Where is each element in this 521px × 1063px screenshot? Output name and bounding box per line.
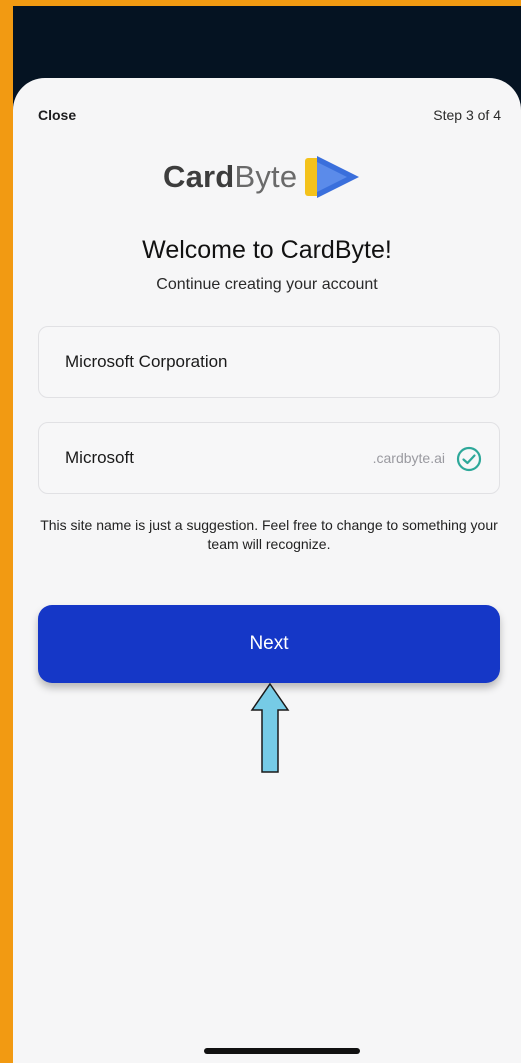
company-name-input[interactable] [65,327,305,397]
page-title: Welcome to CardByte! [142,236,392,264]
logo-wordmark: CardByte [163,159,297,195]
page-subtitle: Continue creating your account [156,276,378,293]
site-name-field[interactable]: .cardbyte.ai [38,422,500,494]
domain-suffix: .cardbyte.ai [372,450,445,466]
app-frame: Close Step 3 of 4 CardByte Welcome to Ca… [0,0,521,1063]
company-name-field[interactable] [38,326,500,398]
cardbyte-logo-icon [305,156,360,198]
close-button[interactable]: Close [38,107,76,123]
cardbyte-logo: CardByte [163,152,361,202]
up-arrow-icon [250,682,290,773]
home-indicator [204,1048,360,1054]
site-name-input[interactable] [65,423,305,493]
logo-word-light: Byte [234,159,298,194]
next-button[interactable]: Next [38,605,500,683]
step-indicator: Step 3 of 4 [433,107,501,123]
check-circle-icon [456,446,482,472]
signup-sheet: Close Step 3 of 4 CardByte Welcome to Ca… [13,78,521,1063]
logo-word-bold: Card [163,159,235,194]
site-name-hint: This site name is just a suggestion. Fee… [40,517,498,552]
